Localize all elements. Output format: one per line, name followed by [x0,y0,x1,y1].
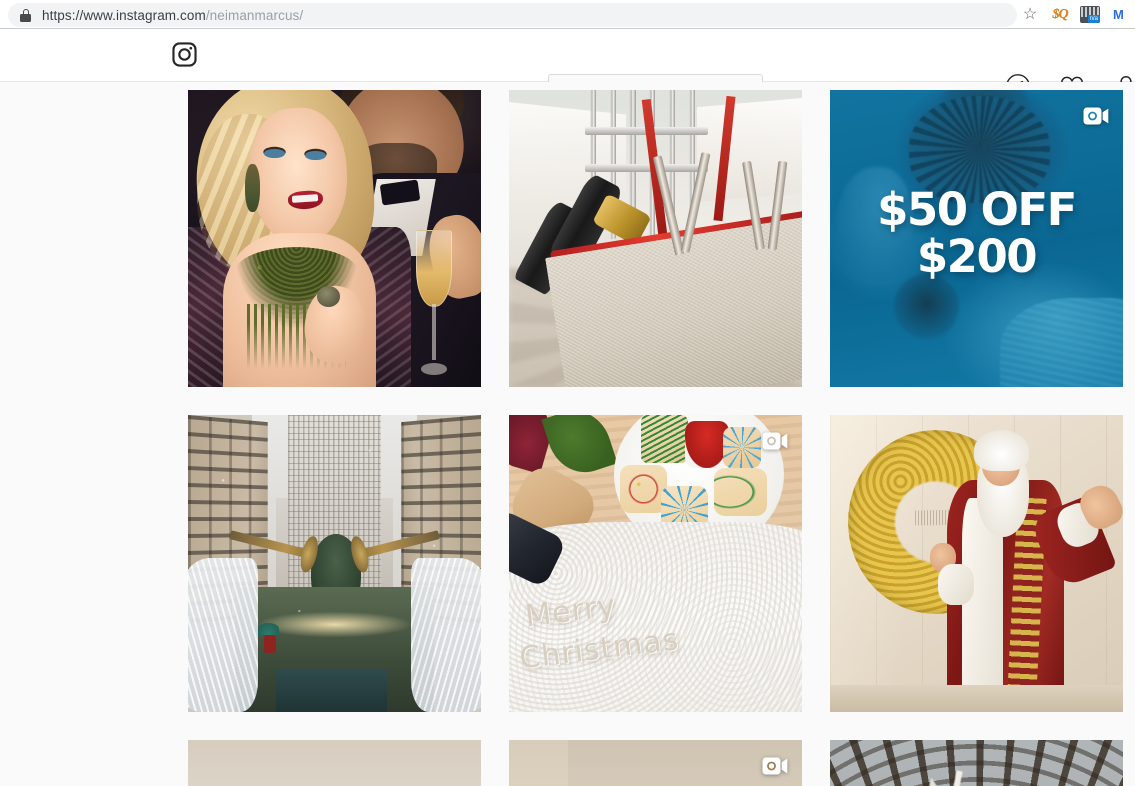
browser-toolbar-actions: ☆ $Q n/a M [1015,0,1135,29]
browser-chrome: https://www.instagram.com/neimanmarcus/ … [0,0,1135,29]
post-image: Merry Christmas [509,415,802,712]
post-image [830,740,1123,786]
video-icon [762,431,788,451]
post-tile[interactable] [509,740,802,786]
post-tile[interactable] [830,740,1123,786]
url-path: /neimanmarcus/ [205,7,304,23]
address-bar[interactable]: https://www.instagram.com/neimanmarcus/ [8,3,1017,27]
post-tile[interactable]: $50 OFF $200 [830,90,1123,387]
instagram-camera-logo[interactable] [171,41,198,68]
promo-line-2: $200 [916,230,1038,284]
flour-line-1: Merry [522,588,618,635]
address-bar-url: https://www.instagram.com/neimanmarcus/ [42,8,303,23]
extension-blue-button[interactable]: M [1105,0,1135,29]
post-tile[interactable] [830,415,1123,712]
post-grid: $50 OFF $200 Merry Christmas [188,90,1123,786]
post-image [830,415,1123,712]
video-icon [762,756,788,776]
post-image [188,740,481,786]
video-icon [1083,106,1109,126]
post-tile[interactable]: Merry Christmas [509,415,802,712]
padlock-icon [20,8,31,22]
bookmark-star-button[interactable]: ☆ [1015,0,1045,29]
post-image [188,415,481,712]
post-tile[interactable] [188,415,481,712]
url-domain: instagram.com [115,7,206,23]
star-icon: ☆ [1022,5,1038,23]
url-scheme: https://www. [42,7,116,23]
promo-line-1: $50 OFF [877,183,1077,236]
dollar-q-extension-icon: $Q [1052,6,1068,22]
extension-badge: n/a [1087,15,1100,23]
post-tile[interactable] [188,90,481,387]
post-image: $50 OFF $200 [830,90,1123,387]
post-image [188,90,481,387]
post-tile[interactable] [188,740,481,786]
post-tile[interactable] [509,90,802,387]
post-image [509,90,802,387]
blue-m-extension-icon: M [1113,7,1124,22]
instagram-header: Search [0,29,1135,102]
promo-overlay-text: $50 OFF $200 [830,183,1123,284]
post-grid-container: $50 OFF $200 Merry Christmas [0,82,1135,786]
extension-sq-button[interactable]: $Q [1045,0,1075,29]
post-image [509,740,802,786]
extension-dark-button[interactable]: n/a [1075,0,1105,29]
keyboard-extension-icon: n/a [1080,6,1100,23]
